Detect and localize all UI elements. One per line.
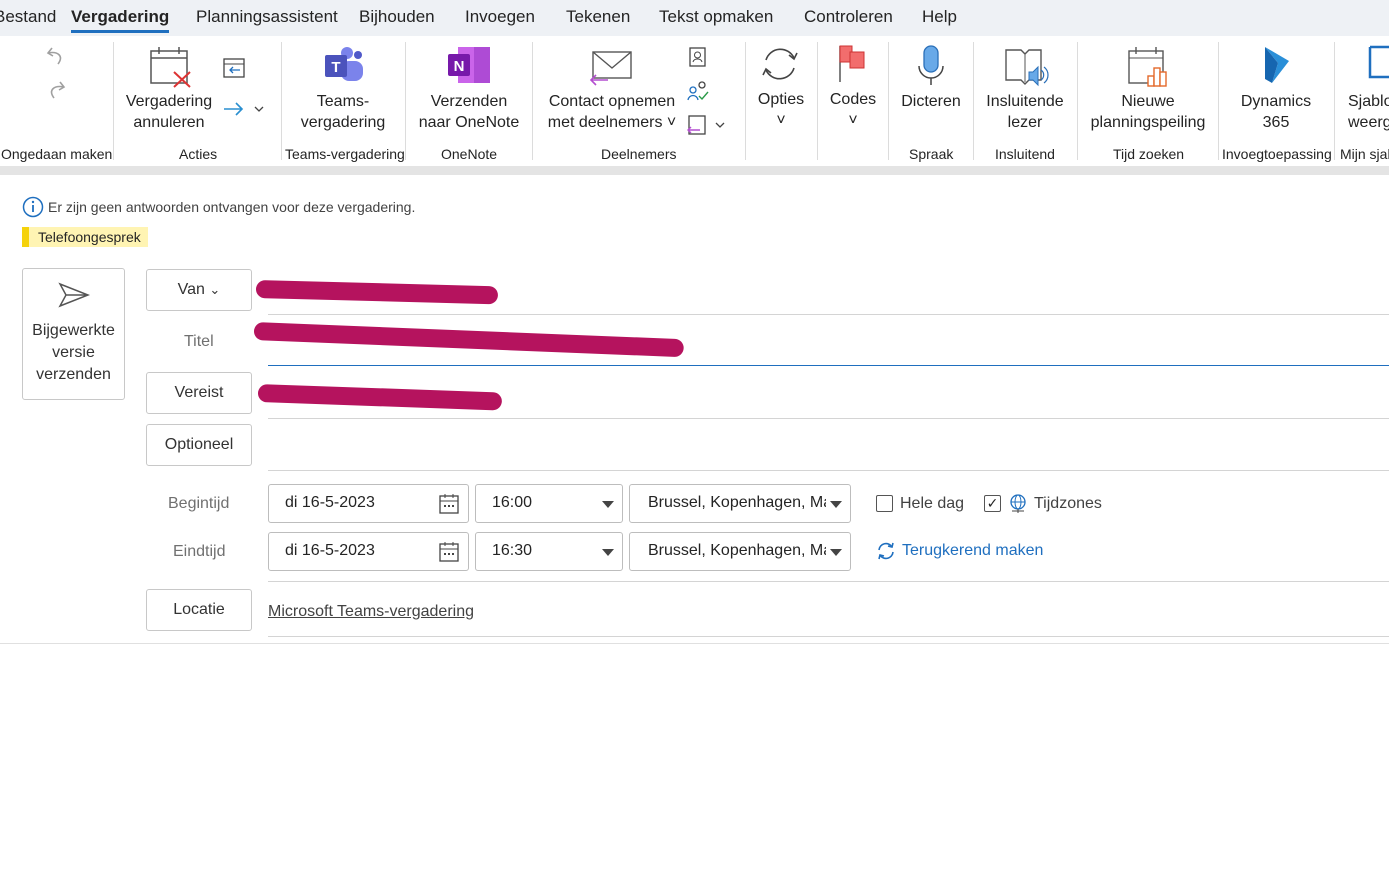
start-time-label: Begintijd: [168, 495, 230, 512]
group-label-speech: Spraak: [909, 146, 954, 162]
contact-attendees-button[interactable]: Contact opnemen met deelnemers ˅: [540, 91, 684, 133]
start-timezone-select[interactable]: Brussel, Kopenhagen, Ma: [629, 484, 851, 523]
calendar-icon[interactable]: [438, 541, 460, 563]
start-date-input[interactable]: di 16-5-2023: [268, 484, 469, 523]
tab-invoegen[interactable]: Invoegen: [465, 7, 535, 27]
response-options-icon[interactable]: [686, 114, 730, 138]
from-button[interactable]: Van ⌄: [146, 269, 252, 311]
group-label-onenote: OneNote: [441, 146, 498, 162]
teams-icon[interactable]: T: [323, 45, 365, 85]
svg-text:T: T: [331, 59, 340, 76]
redaction-mark: [255, 280, 499, 305]
templates-icon[interactable]: [1366, 44, 1389, 82]
microphone-icon[interactable]: [916, 44, 946, 86]
tab-controleren[interactable]: Controleren: [804, 7, 893, 27]
send-to-onenote-button[interactable]: Verzenden naar OneNote: [414, 91, 524, 133]
dropdown-arrow-icon: [602, 549, 614, 556]
all-day-label: Hele dag: [900, 495, 965, 512]
timezones-checkbox[interactable]: ✓: [984, 495, 1001, 512]
undo-icon[interactable]: [44, 44, 68, 68]
teams-meeting-button[interactable]: Teams-vergadering: [290, 91, 396, 133]
info-icon: [22, 196, 44, 218]
globe-icon: [1010, 494, 1026, 513]
group-label-attendees: Deelnemers: [601, 146, 677, 162]
options-icon[interactable]: [758, 42, 802, 86]
location-value[interactable]: Microsoft Teams-vergadering: [268, 603, 474, 621]
redo-icon[interactable]: [44, 78, 68, 102]
dictate-button[interactable]: Dicteren: [895, 91, 967, 112]
view-templates-button[interactable]: Sjablo weerg: [1348, 91, 1389, 133]
forward-icon[interactable]: [222, 97, 266, 121]
tab-vergadering[interactable]: Vergadering: [71, 7, 170, 33]
cancel-meeting-button[interactable]: Vergadering annuleren: [117, 91, 221, 133]
menu-tab-bar: Bestand Vergadering Planningsassistent B…: [0, 0, 1389, 36]
location-button[interactable]: Locatie: [146, 589, 252, 631]
ribbon-divider: [0, 166, 1389, 175]
group-label-teams: Teams-vergadering: [285, 146, 405, 162]
immersive-reader-icon[interactable]: [1003, 46, 1049, 88]
dropdown-arrow-icon: [830, 549, 842, 556]
meeting-body-editor[interactable]: [0, 644, 1389, 895]
end-time-label: Eindtijd: [173, 543, 226, 560]
tab-tekst-opmaken[interactable]: Tekst opmaken: [659, 7, 773, 27]
group-label-actions: Acties: [179, 146, 218, 162]
send-update-button[interactable]: Bijgewerkte versie verzenden: [22, 268, 125, 400]
start-time-select[interactable]: 16:00: [475, 484, 623, 523]
group-label-findtime: Tijd zoeken: [1113, 146, 1185, 162]
dynamics-365-icon[interactable]: [1262, 45, 1292, 85]
group-label-undo: Ongedaan maken: [1, 146, 113, 162]
all-day-checkbox[interactable]: [876, 495, 893, 512]
address-book-icon[interactable]: [688, 46, 708, 68]
info-message: Er zijn geen antwoorden ontvangen voor d…: [48, 199, 416, 215]
svg-text:N: N: [454, 58, 465, 75]
immersive-reader-button[interactable]: Insluitende lezer: [978, 91, 1072, 133]
tab-help[interactable]: Help: [922, 7, 957, 27]
optional-attendees-button[interactable]: Optioneel: [146, 424, 252, 466]
new-scheduling-poll-button[interactable]: Nieuwe planningspeiling: [1083, 91, 1213, 133]
redaction-mark: [257, 384, 503, 411]
chevron-down-icon: ⌄: [209, 282, 221, 297]
calendar-forward-icon[interactable]: [222, 55, 246, 79]
end-timezone-select[interactable]: Brussel, Kopenhagen, Ma: [629, 532, 851, 571]
make-recurring-button[interactable]: Terugkerend maken: [876, 541, 1043, 561]
group-label-templates: Mijn sjal: [1340, 146, 1389, 162]
tab-bestand[interactable]: Bestand: [0, 7, 56, 27]
dropdown-arrow-icon: [830, 501, 842, 508]
codes-button[interactable]: Codes ˅: [822, 89, 884, 131]
dropdown-arrow-icon: [602, 501, 614, 508]
title-label: Titel: [184, 333, 214, 350]
contact-attendees-icon[interactable]: [588, 50, 634, 86]
timezones-label: Tijdzones: [1034, 495, 1102, 512]
group-label-addin: Invoegtoepassing: [1222, 146, 1332, 162]
options-button[interactable]: Opties ˅: [750, 89, 812, 131]
check-names-icon[interactable]: [686, 80, 710, 104]
required-attendees-button[interactable]: Vereist: [146, 372, 252, 414]
calendar-icon[interactable]: [438, 493, 460, 515]
scheduling-poll-icon[interactable]: [1126, 46, 1172, 88]
tab-tekenen[interactable]: Tekenen: [566, 7, 630, 27]
cancel-meeting-icon[interactable]: [148, 46, 194, 88]
recurring-icon: [878, 542, 894, 560]
tab-bijhouden[interactable]: Bijhouden: [359, 7, 435, 27]
send-icon: [57, 282, 90, 308]
onenote-icon[interactable]: N: [446, 45, 492, 85]
end-time-select[interactable]: 16:30: [475, 532, 623, 571]
end-date-input[interactable]: di 16-5-2023: [268, 532, 469, 571]
group-label-immersive: Insluitend: [995, 146, 1055, 162]
dynamics-365-button[interactable]: Dynamics 365: [1228, 91, 1324, 133]
flag-icon[interactable]: [836, 44, 868, 84]
optional-attendees-input[interactable]: [268, 470, 1389, 471]
category-tag[interactable]: Telefoongesprek: [22, 227, 148, 247]
tab-planningsassistent[interactable]: Planningsassistent: [196, 7, 338, 27]
